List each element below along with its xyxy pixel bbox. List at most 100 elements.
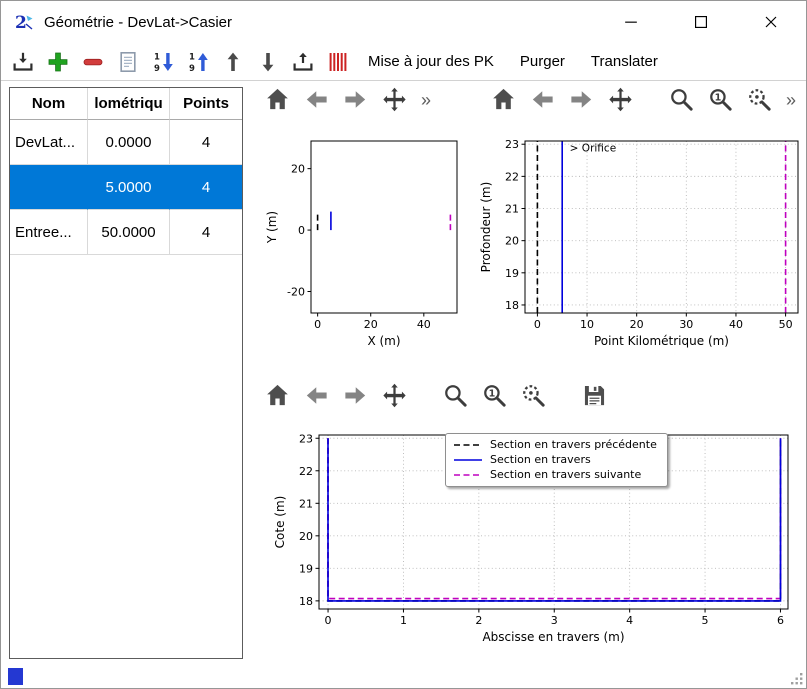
sort-up-icon — [186, 50, 210, 74]
pan-icon — [381, 382, 408, 409]
forward-button[interactable] — [341, 381, 370, 410]
window-controls — [596, 1, 806, 43]
svg-text:19: 19 — [299, 562, 313, 575]
forward-arrow-icon — [568, 86, 595, 113]
app-window: 2 Géométrie - DevLat->Casier Mise — [0, 0, 807, 689]
remove-button[interactable] — [79, 48, 106, 75]
maximize-button[interactable] — [666, 1, 736, 43]
plan-plot-toolbar: » — [263, 85, 433, 114]
app-icon: 2 — [13, 11, 35, 33]
magnifier-fit-icon — [746, 86, 773, 113]
table-cell-pk[interactable]: 0.0000 — [88, 120, 170, 165]
svg-text:3: 3 — [551, 614, 558, 627]
magnifier-icon — [668, 86, 695, 113]
close-button[interactable] — [736, 1, 806, 43]
table-cell-name-selected[interactable] — [10, 165, 88, 210]
move-down-button[interactable] — [254, 48, 281, 75]
zoom-button[interactable] — [441, 381, 470, 410]
export-button[interactable] — [289, 48, 316, 75]
svg-text:6: 6 — [777, 614, 784, 627]
down-arrow-icon — [256, 50, 280, 74]
zoom-fit-button[interactable] — [745, 85, 774, 114]
svg-text:4: 4 — [626, 614, 633, 627]
purge-button[interactable]: Purger — [511, 53, 574, 70]
pan-icon — [381, 86, 408, 113]
edit-button[interactable] — [114, 48, 141, 75]
svg-text:2: 2 — [15, 13, 27, 33]
svg-text:0: 0 — [314, 318, 321, 331]
column-header-nom[interactable]: Nom — [10, 88, 88, 120]
back-button[interactable] — [302, 85, 331, 114]
svg-text:0: 0 — [534, 318, 541, 331]
up-arrow-icon — [221, 50, 245, 74]
svg-text:20: 20 — [291, 163, 305, 176]
svg-text:1: 1 — [400, 614, 407, 627]
document-icon — [116, 50, 140, 74]
svg-text:22: 22 — [299, 465, 313, 478]
chart-canvas: 01020304050181920212223Point Kilométriqu… — [469, 127, 806, 371]
svg-text:Cote (m): Cote (m) — [273, 496, 287, 549]
legend-entry: Section en travers — [453, 453, 657, 466]
toolbar-overflow-button[interactable]: » — [419, 91, 433, 109]
forward-button[interactable] — [341, 85, 370, 114]
sort-ascending-button[interactable] — [184, 48, 211, 75]
column-header-points[interactable]: Points — [170, 88, 242, 120]
table-cell-pk[interactable]: 50.0000 — [88, 210, 170, 255]
magnifier-fit-icon — [520, 382, 547, 409]
home-button[interactable] — [263, 85, 292, 114]
back-arrow-icon — [303, 86, 330, 113]
pan-button[interactable] — [380, 85, 409, 114]
save-button[interactable] — [580, 381, 609, 410]
magnifier-one-icon — [481, 382, 508, 409]
zoom-fit-button[interactable] — [519, 381, 548, 410]
svg-text:30: 30 — [679, 318, 693, 331]
add-button[interactable] — [44, 48, 71, 75]
svg-text:10: 10 — [580, 318, 594, 331]
sort-descending-button[interactable] — [149, 48, 176, 75]
table-cell-points[interactable]: 4 — [170, 120, 242, 165]
window-title: Géométrie - DevLat->Casier — [44, 14, 232, 31]
profile-plot-toolbar: » — [489, 85, 798, 114]
table-cell-points-selected[interactable]: 4 — [170, 165, 242, 210]
zoom-one-button[interactable] — [706, 85, 735, 114]
svg-text:18: 18 — [505, 299, 519, 312]
svg-text:Profondeur (m): Profondeur (m) — [479, 182, 493, 273]
pan-icon — [607, 86, 634, 113]
cross-section-chart[interactable]: 0123456181920212223Abscisse en travers (… — [247, 425, 806, 665]
home-button[interactable] — [263, 381, 292, 410]
column-header-pk[interactable]: lométriqu — [88, 88, 170, 120]
table-cell-pk-selected[interactable]: 5.0000 — [88, 165, 170, 210]
zoom-button[interactable] — [667, 85, 696, 114]
svg-text:-20: -20 — [287, 286, 305, 299]
svg-text:21: 21 — [505, 203, 519, 216]
sections-panel: Nom lométriqu Points DevLat... 0.0000 4 … — [9, 87, 243, 659]
svg-text:18: 18 — [299, 595, 313, 608]
forward-arrow-icon — [342, 86, 369, 113]
profile-chart[interactable]: 01020304050181920212223Point Kilométriqu… — [469, 127, 806, 371]
table-cell-name[interactable]: DevLat... — [10, 120, 88, 165]
import-button[interactable] — [9, 48, 36, 75]
svg-text:20: 20 — [299, 530, 313, 543]
pan-button[interactable] — [606, 85, 635, 114]
zoom-one-button[interactable] — [480, 381, 509, 410]
forward-button[interactable] — [567, 85, 596, 114]
back-button[interactable] — [528, 85, 557, 114]
table-cell-points[interactable]: 4 — [170, 210, 242, 255]
svg-text:5: 5 — [702, 614, 709, 627]
move-up-button[interactable] — [219, 48, 246, 75]
translate-button[interactable]: Translater — [582, 53, 667, 70]
svg-text:23: 23 — [299, 432, 313, 445]
resize-grip[interactable] — [790, 672, 804, 686]
svg-text:22: 22 — [505, 170, 519, 183]
update-pk-button[interactable]: Mise à jour des PK — [359, 53, 503, 70]
pan-button[interactable] — [380, 381, 409, 410]
home-icon — [264, 382, 291, 409]
plan-view-chart[interactable]: 02040-20020X (m)Y (m) — [247, 127, 467, 371]
back-button[interactable] — [302, 381, 331, 410]
home-button[interactable] — [489, 85, 518, 114]
minimize-button[interactable] — [596, 1, 666, 43]
pk-stripes-button[interactable] — [324, 48, 351, 75]
table-cell-name[interactable]: Entree... — [10, 210, 88, 255]
toolbar-overflow-button[interactable]: » — [784, 91, 798, 109]
svg-text:Abscisse en travers (m): Abscisse en travers (m) — [482, 630, 624, 644]
